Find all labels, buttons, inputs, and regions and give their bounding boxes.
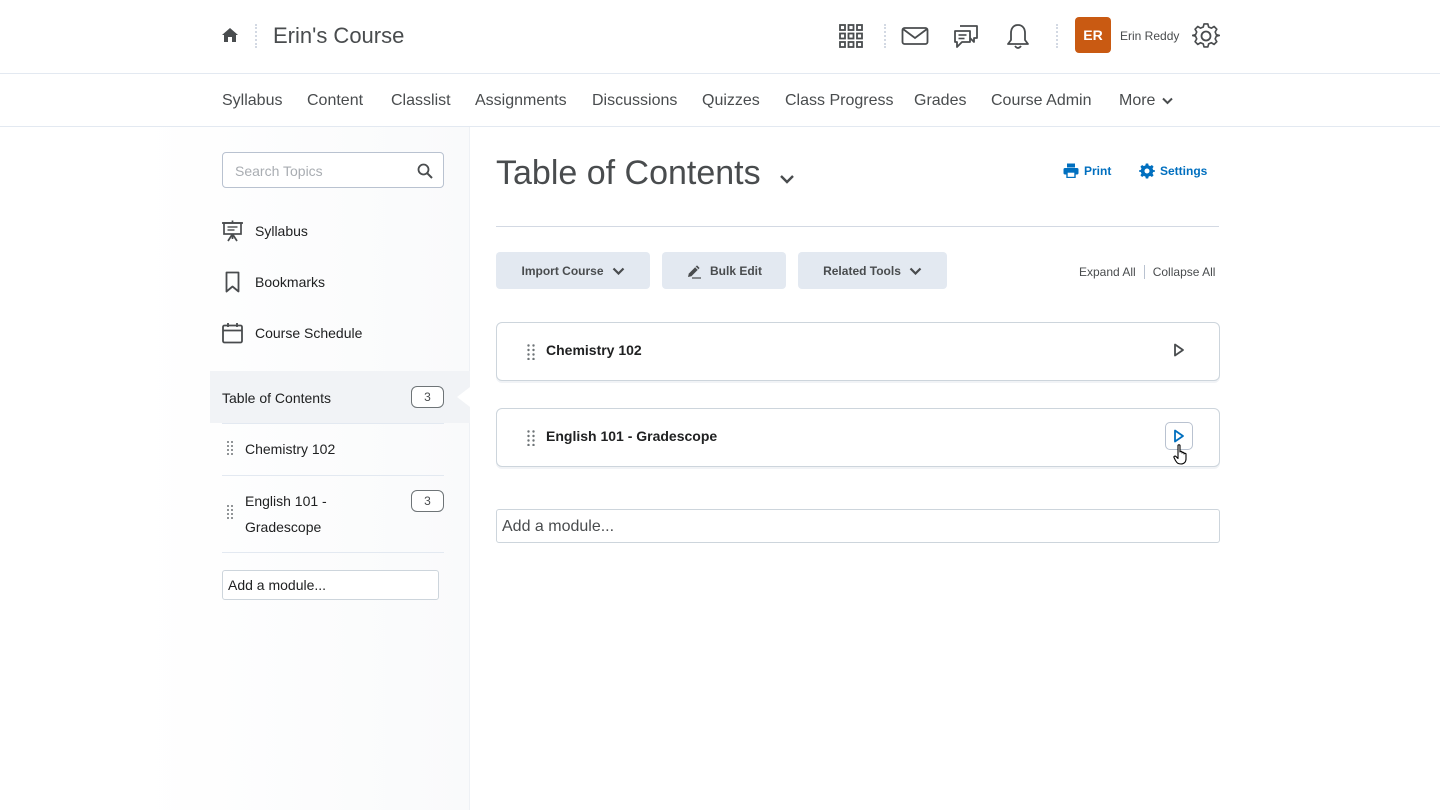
print-label: Print — [1084, 163, 1112, 178]
import-course-button[interactable]: Import Course — [496, 252, 650, 289]
module-count-badge: 3 — [411, 490, 444, 512]
expand-all-link[interactable]: Expand All — [1079, 265, 1136, 279]
sidebar-toc-label: Table of Contents — [222, 390, 331, 406]
module-name: Chemistry 102 — [546, 342, 642, 358]
drag-handle-icon[interactable] — [227, 441, 233, 455]
sidebar-item-course-schedule[interactable]: Course Schedule — [222, 321, 362, 345]
hand-cursor-icon — [1173, 444, 1187, 465]
collapse-all-link[interactable]: Collapse All — [1153, 265, 1216, 279]
sidebar-divider — [222, 552, 444, 553]
drag-handle-icon[interactable] — [527, 430, 535, 446]
course-title[interactable]: Erin's Course — [273, 23, 404, 49]
nav-item-assignments[interactable]: Assignments — [475, 92, 567, 110]
presentation-icon — [222, 220, 243, 242]
home-icon[interactable] — [220, 25, 240, 45]
drag-handle-icon[interactable] — [227, 505, 233, 519]
bell-icon[interactable] — [1003, 21, 1033, 51]
sidebar-item-syllabus[interactable]: Syllabus — [222, 219, 308, 243]
related-tools-label: Related Tools — [823, 263, 901, 278]
search-topics-input[interactable] — [235, 161, 405, 181]
avatar[interactable]: ER — [1075, 17, 1111, 53]
nav-item-discussions[interactable]: Discussions — [592, 92, 677, 110]
nav-more-label: More — [1119, 92, 1156, 109]
expand-module-button[interactable] — [1165, 336, 1193, 364]
module-card-chemistry[interactable]: Chemistry 102 — [496, 322, 1220, 381]
settings-label: Settings — [1160, 164, 1208, 178]
page-title: Table of Contents — [496, 154, 761, 192]
sidebar-item-label: Syllabus — [255, 223, 308, 239]
header-divider — [255, 24, 257, 48]
sidebar-divider — [222, 423, 444, 424]
user-name[interactable]: Erin Reddy — [1120, 29, 1179, 43]
search-icon[interactable] — [417, 163, 433, 179]
sidebar-module-chemistry[interactable]: Chemistry 102 — [245, 436, 335, 462]
chevron-down-icon — [909, 267, 922, 275]
sidebar-module-english[interactable]: English 101 - Gradescope — [245, 488, 355, 540]
chat-icon[interactable] — [951, 21, 981, 51]
pencil-icon — [687, 264, 701, 279]
sidebar-divider — [222, 475, 444, 476]
search-topics-box — [222, 152, 444, 188]
play-triangle-icon — [1174, 429, 1184, 443]
bookmark-icon — [225, 271, 240, 293]
top-header: Erin's Course ER Erin Reddy — [0, 0, 1440, 74]
play-triangle-icon — [1174, 343, 1184, 357]
nav-item-classlist[interactable]: Classlist — [391, 92, 451, 110]
related-tools-button[interactable]: Related Tools — [798, 252, 947, 289]
chevron-down-icon[interactable] — [779, 174, 795, 184]
gear-icon[interactable] — [1191, 21, 1221, 51]
nav-item-course-admin[interactable]: Course Admin — [991, 92, 1092, 110]
module-card-english[interactable]: English 101 - Gradescope — [496, 408, 1220, 467]
nav-more-menu[interactable]: More — [1119, 92, 1174, 110]
bulk-edit-button[interactable]: Bulk Edit — [662, 252, 786, 289]
add-module-input[interactable]: Add a module... — [496, 509, 1220, 543]
bulk-edit-label: Bulk Edit — [709, 263, 762, 278]
nav-item-class-progress[interactable]: Class Progress — [785, 92, 893, 110]
gear-icon — [1139, 163, 1155, 179]
printer-icon — [1063, 163, 1079, 178]
sidebar-add-module-input[interactable]: Add a module... — [222, 570, 439, 600]
title-divider — [496, 226, 1219, 227]
print-button[interactable]: Print — [1063, 163, 1111, 178]
sidebar-item-label: Course Schedule — [255, 325, 363, 341]
waffle-icon[interactable] — [836, 21, 866, 51]
selected-indicator — [457, 387, 470, 407]
nav-item-syllabus[interactable]: Syllabus — [222, 92, 282, 110]
nav-item-quizzes[interactable]: Quizzes — [702, 92, 760, 110]
header-divider — [1056, 24, 1058, 48]
sidebar-item-bookmarks[interactable]: Bookmarks — [222, 270, 325, 294]
nav-item-grades[interactable]: Grades — [914, 92, 966, 110]
chevron-down-icon — [612, 267, 624, 275]
drag-handle-icon[interactable] — [527, 344, 535, 360]
course-navbar: Syllabus Content Classlist Assignments D… — [0, 74, 1440, 127]
toc-count-badge: 3 — [411, 386, 444, 408]
module-name: English 101 - Gradescope — [546, 428, 718, 444]
expand-collapse-links: Expand All Collapse All — [1079, 265, 1215, 279]
link-separator — [1143, 265, 1145, 279]
import-course-label: Import Course — [521, 263, 604, 278]
calendar-icon — [222, 323, 243, 344]
header-divider — [884, 24, 886, 48]
settings-button[interactable]: Settings — [1139, 163, 1207, 179]
chevron-down-icon — [1162, 97, 1174, 105]
sidebar-item-label: Bookmarks — [255, 274, 326, 290]
mail-icon[interactable] — [900, 21, 930, 51]
nav-item-content[interactable]: Content — [307, 92, 363, 110]
